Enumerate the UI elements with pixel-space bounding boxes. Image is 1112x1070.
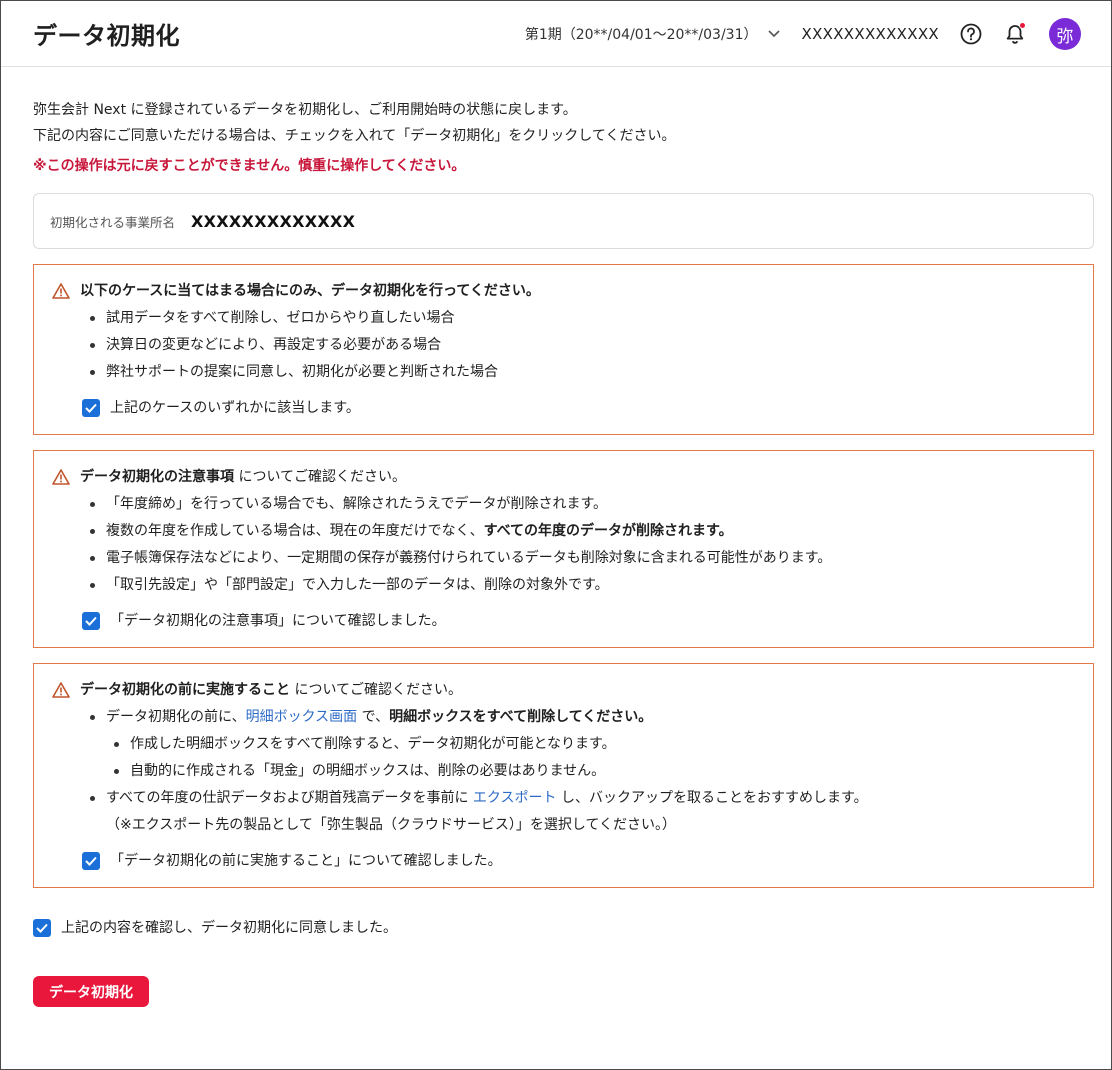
list-item: 決算日の変更などにより、再設定する必要がある場合 — [88, 332, 1075, 359]
before-checkbox-label: 「データ初期化の前に実施すること」について確認しました。 — [110, 853, 502, 869]
sub-list-item: 作成した明細ボックスをすべて削除すると、データ初期化が可能となります。 — [112, 731, 1075, 758]
list-item: データ初期化の前に、明細ボックス画面 で、明細ボックスをすべて削除してください。… — [88, 704, 1075, 785]
data-initialize-button[interactable]: データ初期化 — [33, 976, 149, 1007]
chevron-down-icon — [767, 27, 780, 41]
app-window: データ初期化 第1期（20**/04/01〜20**/03/31） XXXXXX… — [0, 0, 1112, 1070]
list-item: 弊社サポートの提案に同意し、初期化が必要と判断された場合 — [88, 359, 1075, 386]
agree-checkbox-row[interactable]: 上記の内容を確認し、データ初期化に同意しました。 — [33, 916, 1094, 940]
warning-icon — [52, 282, 70, 300]
irreversible-warning: ※この操作は元に戻すことができません。慎重に操作してください。 — [33, 158, 466, 174]
item-bold-text: 明細ボックスをすべて削除してください。 — [389, 709, 653, 725]
item-text: すべての年度の仕訳データおよび期首残高データを事前に — [106, 790, 473, 806]
item-text: データ初期化の前に、 — [106, 709, 246, 725]
main-content: 弥生会計 Next に登録されているデータを初期化し、ご利用開始時の状態に戻しま… — [1, 67, 1111, 1007]
before-checkbox-row[interactable]: 「データ初期化の前に実施すること」について確認しました。 — [82, 849, 1075, 873]
notice-cautions-title-rest: についてご確認ください。 — [234, 469, 407, 485]
list-item: 電子帳簿保存法などにより、一定期間の保存が義務付けられているデータも削除対象に含… — [88, 545, 1075, 572]
bell-icon[interactable] — [1003, 22, 1027, 46]
notice-cases-title: 以下のケースに当てはまる場合にのみ、データ初期化を行ってください。 — [80, 283, 540, 299]
notification-dot — [1019, 22, 1026, 29]
avatar[interactable]: 弥 — [1049, 18, 1081, 50]
office-box-value: XXXXXXXXXXXXX — [191, 211, 356, 231]
notice-cases-head: 以下のケースに当てはまる場合にのみ、データ初期化を行ってください。 — [52, 279, 1075, 303]
notice-cautions-title: データ初期化の注意事項 — [80, 469, 234, 485]
cases-checkbox-row[interactable]: 上記のケースのいずれかに該当します。 — [82, 396, 1075, 420]
sub-list-item: 自動的に作成される「現金」の明細ボックスは、削除の必要はありません。 — [112, 758, 1075, 785]
before-checkbox[interactable] — [82, 852, 100, 870]
notice-before-title-rest: についてご確認ください。 — [290, 682, 463, 698]
warning-icon — [52, 468, 70, 486]
office-box-label: 初期化される事業所名 — [50, 214, 176, 230]
agree-checkbox[interactable] — [33, 919, 51, 937]
header: データ初期化 第1期（20**/04/01〜20**/03/31） XXXXXX… — [1, 1, 1111, 67]
export-note: （※エクスポート先の製品として「弥生製品（クラウドサービス）」を選択してください… — [106, 817, 677, 833]
period-selector[interactable]: 第1期（20**/04/01〜20**/03/31） — [525, 24, 780, 44]
item-text: し、バックアップを取ることをおすすめします。 — [556, 790, 868, 806]
list-item: 「年度締め」を行っている場合でも、解除されたうえでデータが削除されます。 — [88, 491, 1075, 518]
item-text: で、 — [357, 709, 390, 725]
help-icon[interactable] — [959, 22, 983, 46]
office-name: XXXXXXXXXXXXX — [801, 25, 939, 43]
item-text: 複数の年度を作成している場合は、現在の年度だけでなく、 — [106, 523, 484, 539]
cautions-checkbox[interactable] — [82, 612, 100, 630]
office-box: 初期化される事業所名 XXXXXXXXXXXXX — [33, 193, 1094, 249]
sub-list: 作成した明細ボックスをすべて削除すると、データ初期化が可能となります。 自動的に… — [112, 731, 1075, 785]
warning-icon — [52, 681, 70, 699]
item-bold-text: すべての年度のデータが削除されます。 — [483, 523, 733, 539]
list-item: すべての年度の仕訳データおよび期首残高データを事前に エクスポート し、バックア… — [88, 785, 1075, 812]
intro-text-2: 下記の内容にご同意いただける場合は、チェックを入れて「データ初期化」をクリックし… — [33, 128, 676, 144]
list-item: 試用データをすべて削除し、ゼロからやり直したい場合 — [88, 305, 1075, 332]
notice-cautions-list: 「年度締め」を行っている場合でも、解除されたうえでデータが削除されます。 複数の… — [88, 491, 1075, 599]
notice-before-list: データ初期化の前に、明細ボックス画面 で、明細ボックスをすべて削除してください。… — [88, 704, 1075, 812]
page-title: データ初期化 — [33, 22, 180, 50]
notice-cautions: データ初期化の注意事項 についてご確認ください。 「年度締め」を行っている場合で… — [33, 450, 1094, 648]
statement-box-link[interactable]: 明細ボックス画面 — [246, 709, 358, 725]
cases-checkbox-label: 上記のケースのいずれかに該当します。 — [110, 400, 360, 416]
notice-before: データ初期化の前に実施すること についてご確認ください。 データ初期化の前に、明… — [33, 663, 1094, 888]
notice-before-head: データ初期化の前に実施すること についてご確認ください。 — [52, 678, 1075, 702]
period-label: 第1期（20**/04/01〜20**/03/31） — [524, 27, 758, 43]
intro-text-1: 弥生会計 Next に登録されているデータを初期化し、ご利用開始時の状態に戻しま… — [33, 102, 577, 118]
notice-cases-list: 試用データをすべて削除し、ゼロからやり直したい場合 決算日の変更などにより、再設… — [88, 305, 1075, 386]
notice-before-title: データ初期化の前に実施すること — [80, 682, 290, 698]
cautions-checkbox-row[interactable]: 「データ初期化の注意事項」について確認しました。 — [82, 609, 1075, 633]
export-link[interactable]: エクスポート — [473, 790, 557, 806]
notice-cautions-head: データ初期化の注意事項 についてご確認ください。 — [52, 465, 1075, 489]
cases-checkbox[interactable] — [82, 399, 100, 417]
list-item: 「取引先設定」や「部門設定」で入力した一部のデータは、削除の対象外です。 — [88, 572, 1075, 599]
header-right: 第1期（20**/04/01〜20**/03/31） XXXXXXXXXXXXX — [525, 1, 1081, 67]
notice-cases: 以下のケースに当てはまる場合にのみ、データ初期化を行ってください。 試用データを… — [33, 264, 1094, 435]
cautions-checkbox-label: 「データ初期化の注意事項」について確認しました。 — [110, 613, 446, 629]
agree-checkbox-label: 上記の内容を確認し、データ初期化に同意しました。 — [61, 920, 397, 936]
list-item: 複数の年度を作成している場合は、現在の年度だけでなく、すべての年度のデータが削除… — [88, 518, 1075, 545]
